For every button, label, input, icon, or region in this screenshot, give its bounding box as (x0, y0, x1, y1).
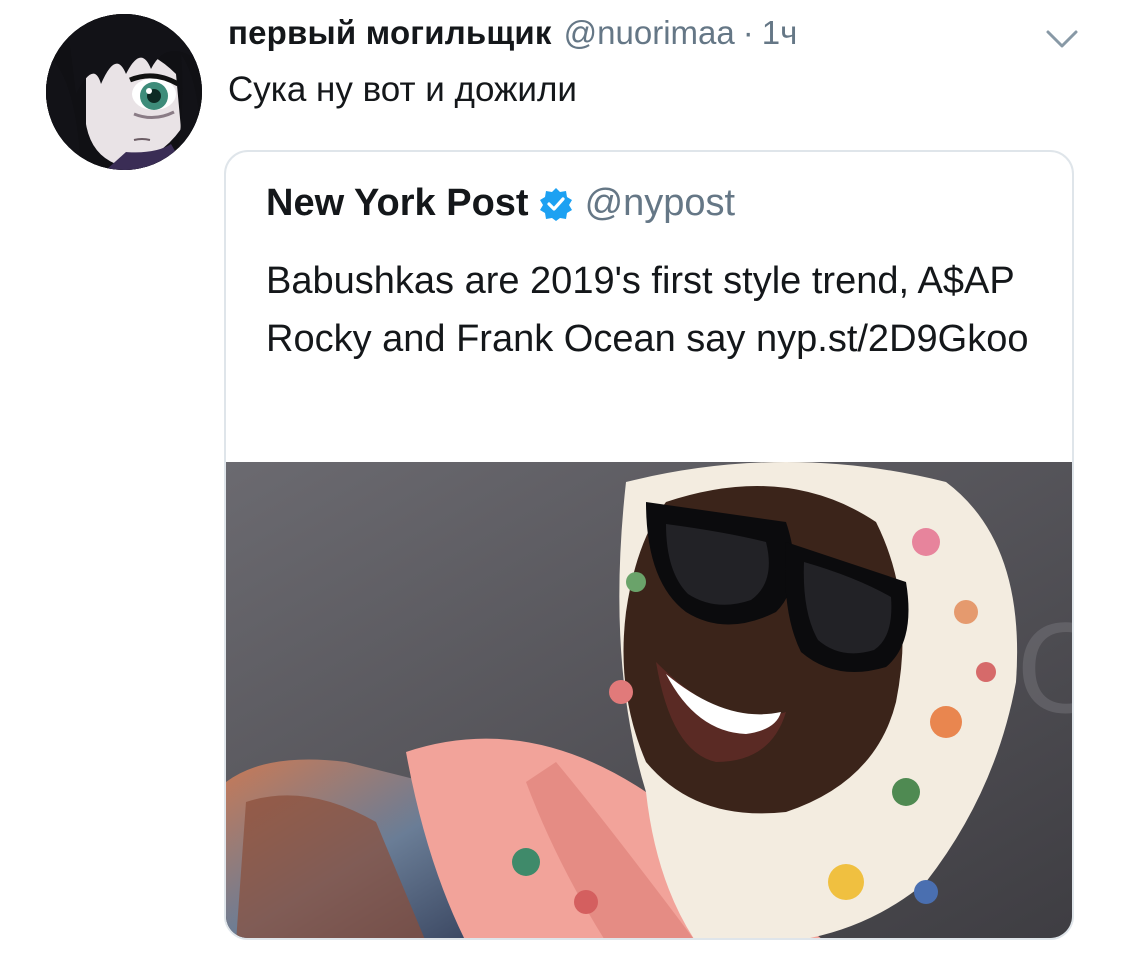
author-display-name[interactable]: первый могильщик (228, 14, 552, 52)
verified-badge-icon (539, 187, 572, 221)
photo-man-in-headscarf-sunglasses-icon: C (226, 462, 1074, 938)
quoted-tweet-card[interactable]: New York Post @nypost Babushkas are 2019… (224, 150, 1074, 940)
quoted-tweet-header: New York Post @nypost (266, 182, 735, 225)
tweet-body-text: Сука ну вот и дожили (228, 70, 577, 109)
tweet-header: первый могильщик @nuorimaa · 1ч (228, 14, 797, 60)
quoted-tweet-photo[interactable]: C (226, 462, 1074, 938)
quoted-author-handle: @nypost (584, 182, 736, 224)
svg-text:C: C (1016, 602, 1074, 741)
separator-dot: · (742, 14, 754, 51)
tweet: первый могильщик @nuorimaa · 1ч Сука ну … (0, 0, 1122, 954)
quoted-tweet-text: Babushkas are 2019's first style trend, … (266, 260, 1029, 360)
author-handle[interactable]: @nuorimaa (564, 14, 735, 52)
quoted-author-display-name: New York Post (266, 182, 529, 224)
user-avatar[interactable] (46, 14, 202, 170)
chevron-down-icon[interactable] (1044, 28, 1080, 50)
anime-avatar-icon (46, 14, 202, 170)
tweet-timestamp[interactable]: 1ч (762, 14, 798, 52)
